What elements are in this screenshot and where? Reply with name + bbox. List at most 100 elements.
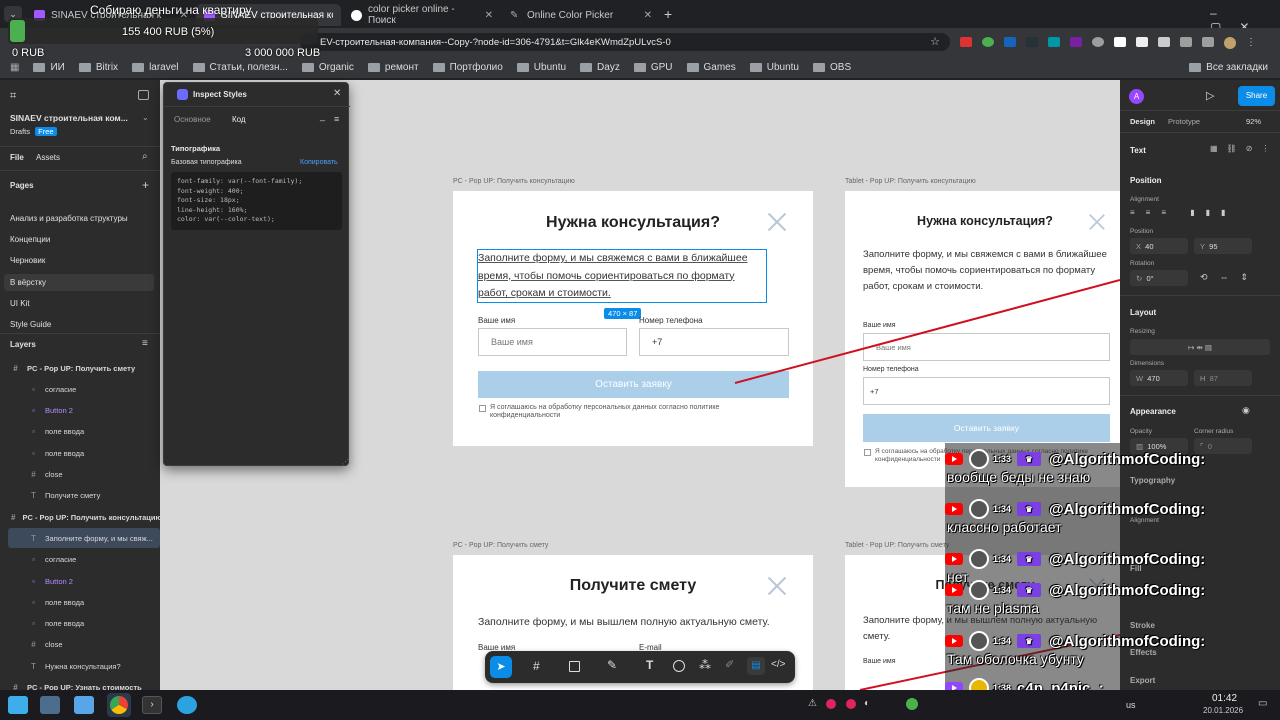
notification-icon[interactable]: ⚠ (808, 698, 817, 709)
dev-mode-icon[interactable]: </> (771, 659, 785, 670)
download-icon[interactable] (1180, 37, 1192, 47)
eye-icon[interactable]: ◉ (1242, 405, 1250, 416)
page-item[interactable]: Анализ и разработка структуры (10, 214, 128, 223)
url-field[interactable]: EV-строительная-компания--Copy-?node-id=… (300, 33, 950, 51)
all-bookmarks[interactable]: Все закладки (1189, 62, 1268, 73)
tab-basic[interactable]: Основное (174, 115, 211, 124)
move-tool-icon[interactable]: ➤ (490, 656, 512, 678)
profile-avatar[interactable] (1224, 37, 1236, 49)
layer-item[interactable]: ▫ поле ввода (0, 614, 160, 634)
bookmark-folder[interactable]: Ubuntu (516, 62, 566, 73)
present-icon[interactable]: ▷ (1206, 89, 1214, 102)
bookmark-folder[interactable]: laravel (132, 62, 179, 73)
clock-time[interactable]: 01:42 (1212, 693, 1237, 704)
resizing-buttons[interactable]: ↦ ⇹ ▤ (1130, 339, 1270, 355)
rotation-input[interactable]: ↻ 0° (1130, 270, 1188, 286)
tab-file[interactable]: File (10, 153, 24, 162)
close-icon[interactable]: ✕ (333, 88, 341, 99)
extension-icon[interactable] (1004, 37, 1016, 47)
comment-tool-icon[interactable] (673, 660, 685, 672)
extension-icon[interactable] (982, 37, 994, 47)
draw-mode-icon[interactable]: ✐ (725, 658, 734, 671)
user-avatar[interactable]: A (1129, 89, 1144, 104)
bookmark-folder[interactable]: Organic (301, 62, 354, 73)
bookmark-folder[interactable]: Портфолио (432, 62, 503, 73)
width-input[interactable]: W 470 (1130, 370, 1188, 386)
rectangle-tool-icon[interactable] (569, 661, 580, 672)
new-tab-icon[interactable]: + (664, 6, 672, 22)
app-launcher-icon[interactable] (8, 696, 28, 714)
bookmark-folder[interactable]: ремонт (367, 62, 419, 73)
layer-item[interactable]: T Получите смету (0, 486, 160, 506)
layer-item[interactable]: # close (0, 635, 160, 655)
minimize-icon[interactable]: _ (320, 111, 325, 121)
menu-icon[interactable]: ≡ (334, 114, 339, 124)
tab-prototype[interactable]: Prototype (1168, 117, 1200, 126)
bookmark-folder[interactable]: Bitrix (78, 62, 118, 73)
layer-item[interactable]: ▫ Button 2 (0, 401, 160, 421)
tab-color-picker-search[interactable]: color picker online - Поиск ✕ (343, 4, 501, 26)
copy-button[interactable]: Копировать (300, 159, 338, 166)
eyedropper-icon[interactable] (1136, 37, 1148, 47)
add-page-icon[interactable]: + (142, 178, 149, 192)
extension-icon[interactable] (1070, 37, 1082, 47)
search-icon[interactable]: ⌕ (142, 151, 148, 162)
clock-date[interactable]: 20.01.2026 (1203, 706, 1243, 715)
page-item-selected[interactable]: В вёрстку (10, 278, 46, 287)
layer-item[interactable]: # close (0, 465, 160, 485)
bookmark-folder[interactable]: Games (686, 62, 736, 73)
telegram-icon[interactable] (177, 696, 197, 714)
design-mode-icon[interactable]: ▤ (747, 657, 765, 675)
layer-item[interactable]: ▫ Button 2 (0, 571, 160, 591)
extension-icon[interactable] (1026, 37, 1038, 47)
layer-frame[interactable]: # PC - Pop UP: Получить консультацию (0, 507, 162, 527)
layer-item[interactable]: ▫ поле ввода (0, 443, 160, 463)
layers-list-icon[interactable]: ≡ (142, 338, 148, 349)
extension-icon[interactable] (1048, 37, 1060, 47)
pen-tool-icon[interactable]: ✎ (607, 658, 617, 672)
page-item[interactable]: Черновик (10, 256, 45, 265)
extension-icon[interactable] (1092, 37, 1104, 47)
frame-tool-icon[interactable]: # (533, 659, 540, 673)
layer-item[interactable]: T Нужна консультация? (0, 656, 160, 676)
share-button[interactable]: Share (1238, 86, 1275, 106)
layer-item[interactable]: ▫ поле ввода (0, 592, 160, 612)
bookmark-star-icon[interactable]: ☆ (930, 35, 940, 48)
show-desktop-icon[interactable]: ▭ (1258, 698, 1267, 709)
figma-menu-icon[interactable]: ⌗ (10, 90, 16, 103)
layer-item[interactable]: ▫ согласие (0, 550, 160, 570)
bookmark-folder[interactable]: GPU (633, 62, 673, 73)
bookmark-folder[interactable]: Ubuntu (749, 62, 799, 73)
text-tool-icon[interactable]: T (646, 658, 653, 672)
layer-item[interactable]: T Заполните форму, и мы свяж... (8, 528, 160, 549)
y-input[interactable]: Y 95 (1194, 238, 1252, 254)
abp-icon[interactable] (960, 37, 972, 47)
discord-icon[interactable]: ◐ (864, 698, 870, 709)
menu-dots-icon[interactable]: ⋮ (1246, 37, 1256, 49)
layer-frame[interactable]: # PC - Pop UP: Получить смету (0, 358, 160, 378)
tab-design[interactable]: Design (1130, 117, 1155, 126)
close-icon[interactable]: ✕ (485, 10, 493, 21)
alignment-buttons[interactable]: ≡≡≡ ▮▮▮ (1130, 208, 1270, 222)
extension-icon[interactable] (1202, 37, 1214, 47)
chrome-tray-icon[interactable] (906, 698, 918, 710)
terminal-icon[interactable]: › (142, 696, 162, 714)
height-input[interactable]: H 87 (1194, 370, 1252, 386)
tab-assets[interactable]: Assets (36, 153, 60, 162)
x-input[interactable]: X 40 (1130, 238, 1188, 254)
sidebar-toggle-icon[interactable] (138, 90, 149, 100)
tab-online-color-picker[interactable]: ✎ Online Color Picker ✕ (502, 4, 660, 26)
tab-code[interactable]: Код (232, 115, 246, 124)
resize-handle-icon[interactable]: ⋰ (342, 458, 349, 466)
actions-tool-icon[interactable]: ⁂ (699, 658, 711, 672)
file-manager-icon[interactable] (74, 696, 94, 714)
apps-icon[interactable]: ▦ (10, 62, 19, 73)
chevron-down-icon[interactable]: ⌄ (142, 113, 149, 122)
bookmark-folder[interactable]: Dayz (580, 62, 620, 73)
close-icon[interactable]: ✕ (644, 10, 652, 21)
puzzle-icon[interactable] (1158, 37, 1170, 47)
zoom-level[interactable]: 92% (1246, 117, 1261, 126)
page-item[interactable]: UI Kit (10, 299, 30, 308)
extension-icon[interactable] (1114, 37, 1126, 47)
task-switcher-icon[interactable] (40, 696, 60, 714)
